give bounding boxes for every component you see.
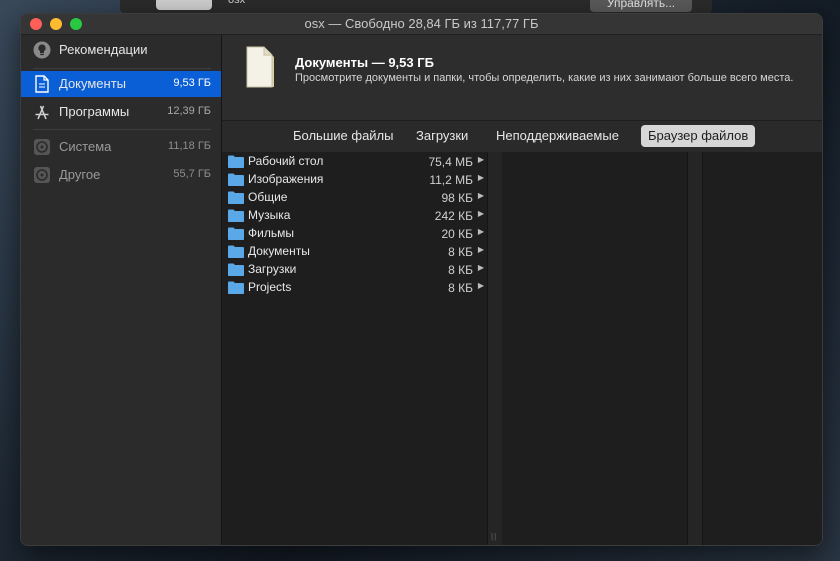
movies-folder-icon <box>228 227 244 240</box>
sidebar-item-size: 12,39 ГБ <box>167 105 211 117</box>
tab-large-files[interactable]: Большие файлы <box>286 125 400 147</box>
downloads-folder-icon <box>228 263 244 276</box>
folder-size: 8 КБ <box>448 281 473 295</box>
manage-button[interactable]: Управлять... <box>590 0 692 12</box>
document-icon <box>33 75 51 93</box>
disclosure-arrow-icon: ▶ <box>477 263 484 272</box>
folder-name: Projects <box>248 280 292 294</box>
sidebar-item-size: 11,18 ГБ <box>168 140 211 152</box>
browser-column <box>502 152 687 545</box>
folder-size: 8 КБ <box>448 245 473 259</box>
folder-row[interactable]: Документы 8 КБ ▶ <box>222 243 487 261</box>
disclosure-arrow-icon: ▶ <box>477 173 484 182</box>
folder-row[interactable]: Рабочий стол 75,4 МБ ▶ <box>222 153 487 171</box>
sidebar-item-other[interactable]: Другое 55,7 ГБ <box>21 162 221 188</box>
sidebar-item-recommendations[interactable]: Рекомендации <box>21 37 221 63</box>
folder-name: Загрузки <box>248 262 297 276</box>
folder-name: Документы <box>248 244 310 258</box>
tab-unsupported[interactable]: Неподдерживаемые <box>489 125 626 147</box>
folder-row[interactable]: Изображения 11,2 МБ ▶ <box>222 171 487 189</box>
folder-row[interactable]: Projects 8 КБ ▶ <box>222 279 487 297</box>
disclosure-arrow-icon: ▶ <box>477 155 484 164</box>
app-store-icon <box>33 103 51 121</box>
browser-column <box>703 152 822 545</box>
document-icon <box>244 45 278 91</box>
folder-row[interactable]: Общие 98 КБ ▶ <box>222 189 487 207</box>
category-description: Просмотрите документы и папки, чтобы опр… <box>295 72 794 84</box>
background-window: osx Управлять... <box>120 0 712 14</box>
folder-size: 8 КБ <box>448 263 473 277</box>
sidebar-item-system[interactable]: Система 11,18 ГБ <box>21 134 221 160</box>
sidebar-item-documents[interactable]: Документы 9,53 ГБ <box>21 71 221 97</box>
sidebar-divider <box>33 129 211 130</box>
sidebar-item-size: 9,53 ГБ <box>173 77 211 89</box>
folder-name: Общие <box>248 190 288 204</box>
pictures-folder-icon <box>228 173 244 186</box>
sidebar-item-applications[interactable]: Программы 12,39 ГБ <box>21 99 221 125</box>
folder-name: Рабочий стол <box>248 154 324 168</box>
main-panel: Документы — 9,53 ГБ Просмотрите документ… <box>222 35 822 545</box>
sidebar-item-label: Документы <box>59 76 127 91</box>
background-window-label: osx <box>228 0 246 6</box>
window-title: osx — Свободно 28,84 ГБ из 117,77 ГБ <box>304 16 539 31</box>
sidebar: Рекомендации Документы 9,53 ГБ Программы… <box>21 35 222 545</box>
sidebar-item-label: Система <box>59 139 112 154</box>
folder-row[interactable]: Загрузки 8 КБ ▶ <box>222 261 487 279</box>
disclosure-arrow-icon: ▶ <box>477 227 484 236</box>
documents-folder-icon <box>228 245 244 258</box>
folder-size: 20 КБ <box>441 227 473 241</box>
folder-row[interactable]: Фильмы 20 КБ ▶ <box>222 225 487 243</box>
column-resize-handle[interactable] <box>687 152 703 545</box>
folder-name: Фильмы <box>248 226 294 240</box>
browser-column: Рабочий стол 75,4 МБ ▶ Изображения 11,2 МБ ▶ О… <box>222 152 487 545</box>
disk-icon <box>33 138 51 156</box>
sidebar-item-label: Рекомендации <box>59 42 148 57</box>
sidebar-item-label: Программы <box>59 104 130 119</box>
storage-management-window: osx — Свободно 28,84 ГБ из 117,77 ГБ Рек… <box>20 13 823 546</box>
disclosure-arrow-icon: ▶ <box>477 191 484 200</box>
folder-size: 75,4 МБ <box>428 155 473 169</box>
music-folder-icon <box>228 209 244 222</box>
sidebar-divider <box>33 68 211 69</box>
folder-size: 11,2 МБ <box>429 173 473 187</box>
category-header: Документы — 9,53 ГБ Просмотрите документ… <box>222 35 822 120</box>
disclosure-arrow-icon: ▶ <box>477 209 484 218</box>
column-resize-handle[interactable]: || <box>487 152 503 545</box>
category-title: Документы — 9,53 ГБ <box>295 55 434 70</box>
desktop-folder-icon <box>228 155 244 168</box>
title-bar: osx — Свободно 28,84 ГБ из 117,77 ГБ <box>21 14 822 35</box>
sidebar-item-label: Другое <box>59 167 101 182</box>
folder-row[interactable]: Музыка 242 КБ ▶ <box>222 207 487 225</box>
tab-file-browser[interactable]: Браузер файлов <box>641 125 756 147</box>
public-folder-icon <box>228 191 244 204</box>
folder-size: 98 КБ <box>441 191 473 205</box>
disk-thumbnail <box>156 0 212 10</box>
disclosure-arrow-icon: ▶ <box>477 245 484 254</box>
folder-name: Музыка <box>248 208 291 222</box>
resize-grip[interactable]: || <box>491 532 497 541</box>
lightbulb-icon <box>33 41 51 59</box>
sidebar-item-size: 55,7 ГБ <box>173 168 211 180</box>
tab-bar: Большие файлы Загрузки Неподдерживаемые … <box>222 120 822 153</box>
folder-icon <box>228 281 244 294</box>
file-browser: Рабочий стол 75,4 МБ ▶ Изображения 11,2 МБ ▶ О… <box>222 152 822 545</box>
disk-icon <box>33 166 51 184</box>
tab-downloads[interactable]: Загрузки <box>409 125 475 147</box>
folder-name: Изображения <box>248 172 324 186</box>
disclosure-arrow-icon: ▶ <box>477 281 484 290</box>
folder-size: 242 КБ <box>434 209 473 223</box>
